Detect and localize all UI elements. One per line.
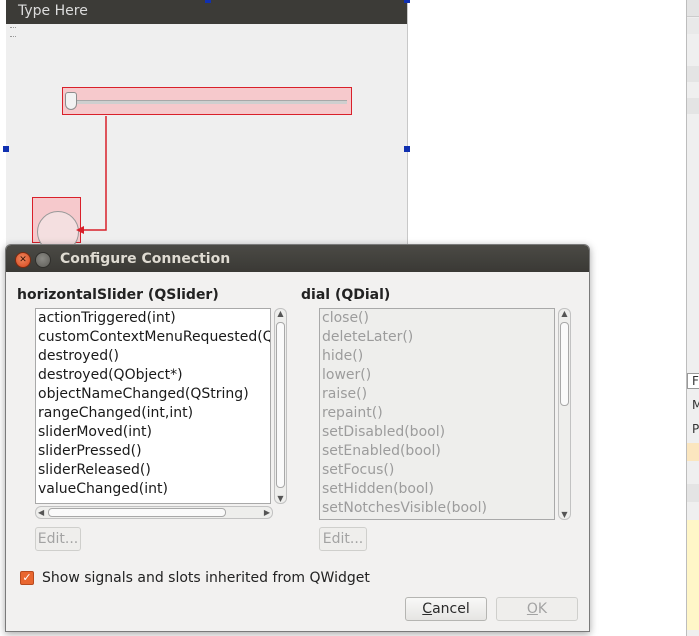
panel-row <box>687 98 699 114</box>
panel-row <box>687 66 699 82</box>
list-item[interactable]: setFocus() <box>320 461 554 480</box>
scroll-thumb[interactable] <box>48 508 226 517</box>
panel-row <box>687 520 699 630</box>
slot-list-vscroll[interactable]: ▲ ▼ <box>558 308 571 520</box>
list-item[interactable]: destroyed() <box>36 347 270 366</box>
cancel-rest: ancel <box>432 601 470 617</box>
show-inherited-checkbox[interactable]: ✓ <box>20 571 34 585</box>
designer-form: Type Here <box>6 0 408 253</box>
scroll-right-icon[interactable]: ▶ <box>264 507 270 518</box>
menu-type-here[interactable]: Type Here <box>18 3 88 19</box>
cancel-button[interactable]: Cancel <box>405 597 487 621</box>
edit-slots-button[interactable]: Edit... <box>319 527 367 551</box>
signal-list-hscroll[interactable]: ◀ ▶ <box>35 506 273 519</box>
ok-button[interactable]: OK <box>496 597 578 621</box>
panel-label: M <box>692 398 699 412</box>
list-item[interactable]: valueChanged(int) <box>36 480 270 499</box>
slider-groove <box>67 100 347 104</box>
scroll-left-icon[interactable]: ◀ <box>38 507 44 518</box>
scroll-down-icon[interactable]: ▼ <box>275 494 286 503</box>
panel-label: P <box>692 422 699 436</box>
slider-handle[interactable] <box>65 92 77 110</box>
slot-list[interactable]: close() deleteLater() hide() lower() raise()… <box>319 308 555 520</box>
list-item[interactable]: objectNameChanged(QString) <box>36 385 270 404</box>
configure-connection-dialog: ✕ Configure Connection horizontalSlider … <box>5 244 590 632</box>
ok-mnemonic: O <box>526 601 538 617</box>
show-inherited-label: Show signals and slots inherited from QW… <box>42 570 370 586</box>
panel-row <box>687 443 699 461</box>
scroll-up-icon[interactable]: ▲ <box>559 309 570 318</box>
resize-handle-top[interactable] <box>205 0 211 3</box>
close-icon[interactable]: ✕ <box>15 252 31 268</box>
sender-title: horizontalSlider (QSlider) <box>17 287 219 303</box>
panel-label: F <box>692 374 699 388</box>
list-item[interactable]: setDisabled(bool) <box>320 423 554 442</box>
scroll-thumb[interactable] <box>276 322 285 488</box>
list-item[interactable]: setEnabled(bool) <box>320 442 554 461</box>
list-item[interactable]: setNotchesVisible(bool) <box>320 499 554 518</box>
signal-list[interactable]: actionTriggered(int) customContextMenuReq… <box>35 308 271 504</box>
list-item[interactable]: rangeChanged(int,int) <box>36 404 270 423</box>
panel-row <box>687 0 699 17</box>
form-menubar[interactable]: Type Here <box>6 0 407 24</box>
dialog-titlebar[interactable]: ✕ Configure Connection <box>6 245 589 272</box>
list-item[interactable]: actionTriggered(int) <box>36 309 270 328</box>
list-item[interactable]: lower() <box>320 366 554 385</box>
signal-list-vscroll[interactable]: ▲ ▼ <box>274 308 287 504</box>
list-item[interactable]: repaint() <box>320 404 554 423</box>
list-item[interactable]: sliderReleased() <box>36 461 270 480</box>
resize-handle-left[interactable] <box>3 146 9 152</box>
cancel-mnemonic: C <box>422 601 433 617</box>
list-item[interactable]: sliderMoved(int) <box>36 423 270 442</box>
list-item[interactable]: deleteLater() <box>320 328 554 347</box>
list-item[interactable]: setHidden(bool) <box>320 480 554 499</box>
panel-row <box>687 18 699 34</box>
list-item[interactable]: sliderPressed() <box>36 442 270 461</box>
dialog-title: Configure Connection <box>60 251 231 267</box>
panel-row <box>687 484 699 502</box>
minimize-icon[interactable] <box>35 252 51 268</box>
edit-signals-button[interactable]: Edit... <box>35 527 81 551</box>
resize-handle-right[interactable] <box>404 146 410 152</box>
ok-rest: K <box>537 601 548 617</box>
list-item[interactable]: customContextMenuRequested(Q <box>36 328 270 347</box>
resize-handle-top-right[interactable] <box>404 0 410 3</box>
list-item[interactable]: close() <box>320 309 554 328</box>
scroll-down-icon[interactable]: ▼ <box>559 510 570 519</box>
scroll-up-icon[interactable]: ▲ <box>275 309 286 318</box>
property-panel-edge: F M P <box>686 0 699 636</box>
receiver-title: dial (QDial) <box>301 287 391 303</box>
dial-widget[interactable] <box>32 197 81 253</box>
list-item[interactable]: raise() <box>320 385 554 404</box>
scroll-thumb[interactable] <box>560 322 569 406</box>
toolbar-grip-icon <box>10 27 16 37</box>
horizontal-slider-widget[interactable] <box>62 87 352 115</box>
list-item[interactable]: destroyed(QObject*) <box>36 366 270 385</box>
list-item[interactable]: hide() <box>320 347 554 366</box>
